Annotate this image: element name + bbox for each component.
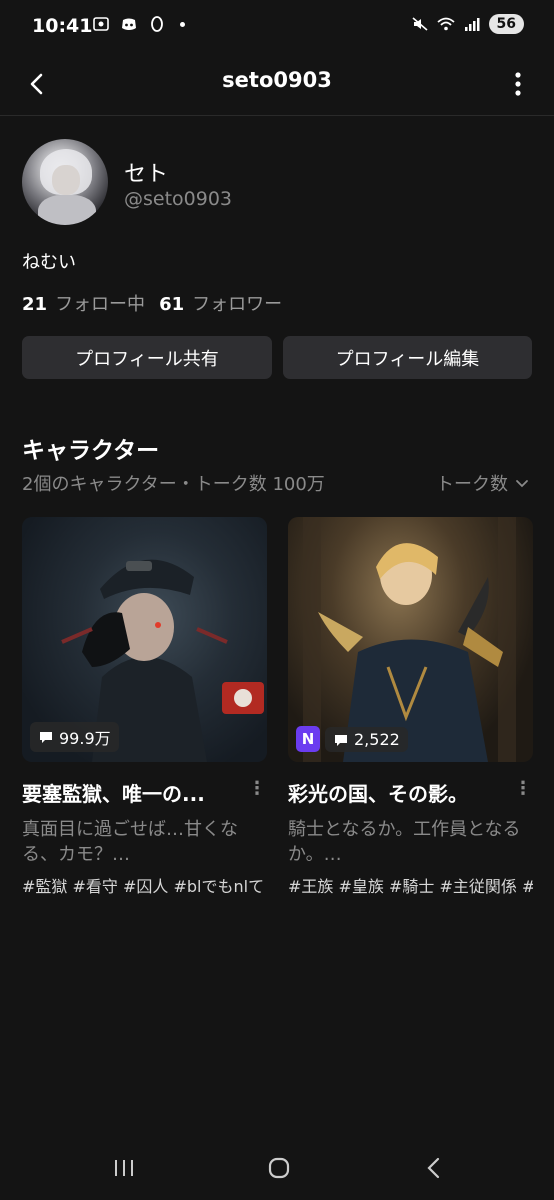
avatar[interactable] — [22, 139, 108, 225]
mute-icon — [411, 17, 428, 31]
status-bar: 10:41 56 — [0, 0, 554, 52]
profile-name: セト — [124, 162, 169, 187]
talk-count: 99.9万 — [59, 729, 111, 748]
section-subtitle: 2個のキャラクター・トーク数 100万 — [22, 474, 325, 495]
more-vertical-icon[interactable] — [500, 66, 536, 102]
page-title: seto0903 — [222, 68, 332, 92]
system-nav-bar — [0, 1134, 554, 1200]
following-label[interactable]: フォロー中 — [55, 290, 145, 316]
character-title[interactable]: 要塞監獄、唯一の... — [22, 778, 205, 807]
talk-count-badge: 99.9万 — [30, 722, 119, 752]
following-count[interactable]: 21 — [22, 294, 47, 315]
follow-stats: 21 フォロー中 61 フォロワー — [22, 290, 296, 316]
followers-count[interactable]: 61 — [159, 294, 184, 315]
profile-bio: ねむい — [22, 252, 76, 273]
signal-icon — [464, 18, 480, 31]
section-title: キャラクター — [22, 438, 160, 464]
followers-label[interactable]: フォロワー — [192, 290, 282, 316]
profile-handle: @seto0903 — [124, 188, 233, 210]
discord-icon — [122, 18, 136, 30]
sort-label: トーク数 — [436, 474, 508, 495]
ring-icon — [151, 16, 163, 32]
status-time: 10:41 — [32, 15, 93, 37]
recent-apps-icon[interactable] — [106, 1150, 142, 1186]
card-more-icon[interactable]: ⋮ — [513, 778, 533, 807]
edit-profile-button[interactable]: プロフィール編集 — [283, 336, 532, 379]
chat-bubble-icon — [335, 734, 347, 746]
character-tags[interactable]: #監獄 #看守 #囚人 #blでもnlて — [22, 873, 267, 897]
sort-dropdown[interactable]: トーク数 — [436, 470, 530, 496]
chat-bubble-icon — [40, 732, 52, 743]
character-title[interactable]: 彩光の国、その影。 — [288, 778, 468, 807]
character-image — [303, 517, 516, 762]
character-card[interactable]: 99.9万 要塞監獄、唯一の... ⋮ 真面目に過ごせば…甘くなる、カモ？… #… — [22, 517, 267, 897]
character-thumbnail[interactable]: 99.9万 — [22, 517, 267, 762]
card-more-icon[interactable]: ⋮ — [247, 778, 267, 807]
wifi-icon — [436, 17, 455, 31]
chevron-down-icon — [516, 480, 528, 488]
character-description: 騎士となるか。工作員となるか。… — [288, 819, 521, 865]
back-nav-icon[interactable] — [416, 1150, 452, 1186]
talk-count-badge: 2,522 — [325, 727, 408, 752]
character-thumbnail[interactable]: N 2,522 — [288, 517, 533, 762]
dot-icon — [180, 21, 185, 27]
new-badge: N — [296, 726, 320, 752]
character-tags[interactable]: #王族 #皇族 #騎士 #主従関係 # — [288, 873, 533, 897]
share-profile-button[interactable]: プロフィール共有 — [22, 336, 272, 379]
character-card[interactable]: N 2,522 彩光の国、その影。 ⋮ 騎士となるか。工作員となるか。… #王族… — [288, 517, 533, 897]
screenshot-icon — [93, 17, 109, 31]
battery-badge: 56 — [488, 14, 524, 34]
character-description: 真面目に過ごせば…甘くなる、カモ？… — [22, 819, 238, 865]
home-icon[interactable] — [261, 1150, 297, 1186]
top-app-bar: seto0903 — [0, 52, 554, 116]
talk-count: 2,522 — [354, 730, 400, 749]
